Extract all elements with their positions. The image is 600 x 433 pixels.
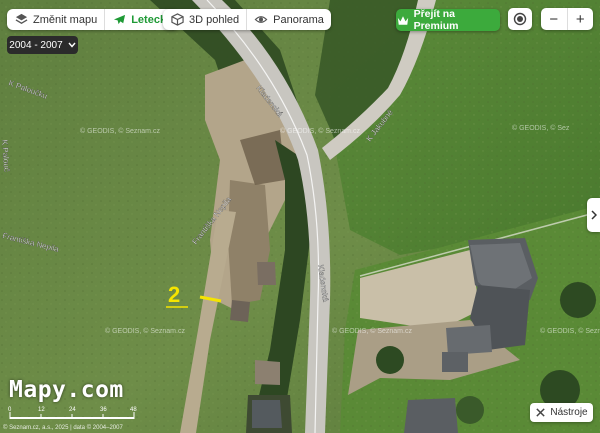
- watermark: © GEODIS, © Seznam.cz: [80, 127, 160, 135]
- tools-button[interactable]: Nástroje: [530, 403, 593, 422]
- premium-button[interactable]: Přejít na Premium: [396, 8, 500, 32]
- mapy-logo: Mapy.com: [9, 377, 124, 403]
- eye-icon: [254, 13, 268, 27]
- tools-label: Nástroje: [550, 407, 588, 418]
- layers-icon: [14, 13, 28, 27]
- watermark: © GEODIS, © Sez: [512, 124, 570, 132]
- aerial-map[interactable]: Kladenská Kladenská K Paloučku K Palouč …: [0, 0, 600, 433]
- scale-tick-label: 24: [69, 407, 76, 413]
- zoom-controls: − +: [541, 8, 593, 30]
- chevron-right-icon: [590, 210, 597, 220]
- side-panel-toggle[interactable]: [587, 198, 600, 232]
- annotation-number: 2: [168, 282, 180, 307]
- watermark: © GEODIS, © Seznam.cz: [540, 327, 600, 335]
- map-type-switcher: Změnit mapu Letecká: [7, 9, 180, 30]
- date-range-select[interactable]: 2004 - 2007: [7, 36, 78, 54]
- tools-icon: [535, 407, 546, 418]
- zoom-in-button[interactable]: +: [566, 8, 594, 30]
- panorama-label: Panorama: [273, 13, 324, 26]
- scale-tick-label: 36: [100, 407, 107, 413]
- view-3d-button[interactable]: 3D pohled: [163, 9, 246, 30]
- change-map-label: Změnit mapu: [33, 13, 98, 26]
- date-range-value: 2004 - 2007: [9, 39, 63, 51]
- zoom-out-button[interactable]: −: [541, 8, 567, 30]
- watermark: © GEODIS, © Seznam.cz: [280, 127, 360, 135]
- panorama-button[interactable]: Panorama: [246, 9, 331, 30]
- crown-icon: [396, 13, 410, 27]
- change-map-button[interactable]: Změnit mapu: [7, 9, 104, 30]
- chevron-down-icon: [68, 42, 76, 48]
- plane-icon: [112, 13, 126, 27]
- scale-tick-label: 48: [130, 407, 137, 413]
- cube-icon: [170, 13, 184, 27]
- view-switcher: 3D pohled Panorama: [163, 9, 331, 30]
- watermark: © GEODIS, © Seznam.cz: [332, 327, 412, 335]
- copyright-text[interactable]: © Seznam.cz, a.s., 2025 | data © 2004–20…: [3, 425, 123, 431]
- locate-button[interactable]: [508, 8, 532, 30]
- view-3d-label: 3D pohled: [189, 13, 240, 26]
- watermark: © GEODIS, © Seznam.cz: [105, 327, 185, 335]
- premium-label: Přejít na Premium: [413, 8, 459, 32]
- scale-tick-label: 12: [38, 407, 45, 413]
- location-icon: [513, 12, 527, 26]
